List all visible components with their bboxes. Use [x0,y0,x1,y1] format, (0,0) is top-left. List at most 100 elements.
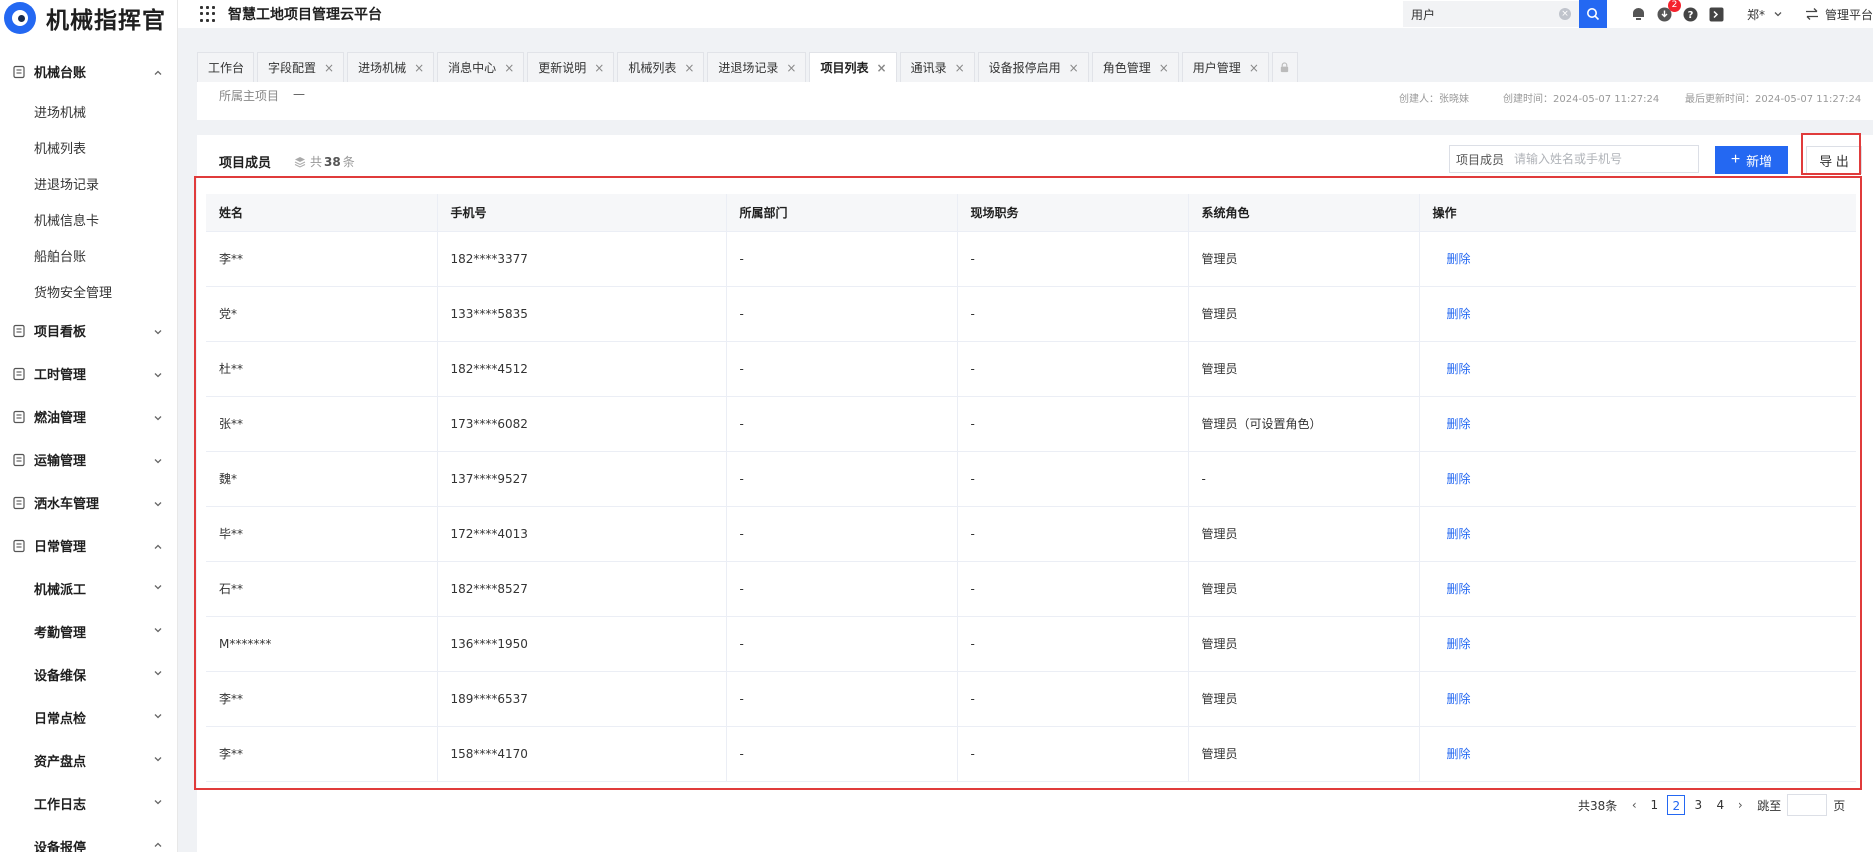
close-icon[interactable]: × [955,61,965,75]
count-suffix: 条 [342,155,355,169]
delete-link[interactable]: 删除 [1447,582,1471,596]
table-cell: - [957,726,1189,782]
jump-page-input[interactable] [1787,794,1828,816]
sidebar-item-0-3[interactable]: 机械信息卡 [0,201,177,237]
sidebar-subgroup-6[interactable]: 设备报停 [0,825,177,852]
table-cell: 张** [206,396,438,452]
chevron-down-icon [153,326,163,336]
table-row: 李** 189****6537- - 管理员 删除 [206,671,1856,727]
delete-link[interactable]: 删除 [1447,637,1471,651]
sidebar-group-0[interactable]: 机械台账 [0,50,177,93]
switch-platform-link[interactable]: 管理平台 [1825,6,1873,23]
page-2[interactable]: 2 [1667,795,1686,815]
close-icon[interactable]: × [1069,61,1079,75]
sidebar-item-0-4[interactable]: 船舶台账 [0,237,177,273]
close-icon[interactable]: × [324,61,334,75]
clock-icon [12,367,26,381]
sidebar-subgroup-0[interactable]: 机械派工 [0,567,177,610]
prev-page-icon[interactable]: ‹ [1625,798,1643,812]
sidebar-item-0-2[interactable]: 进退场记录 [0,165,177,201]
delete-link[interactable]: 删除 [1447,472,1471,486]
chevron-down-icon[interactable] [1773,9,1783,19]
message-icon[interactable] [1631,6,1647,22]
created-time: 创建时间：2024-05-07 11:27:24 [1503,94,1660,105]
tab-0[interactable]: 工作台 [197,52,255,82]
sidebar-group-5[interactable]: 洒水车管理 [0,481,177,524]
logo-icon [4,2,36,34]
global-search-input[interactable]: 用户 × [1402,1,1579,27]
sidebar-item-0-0[interactable]: 进场机械 [0,93,177,129]
table-cell: 182****4512 [437,341,727,397]
search-value[interactable]: 用户 [1411,6,1435,23]
sidebar-subgroup-2[interactable]: 设备维保 [0,653,177,696]
stack-icon [294,156,306,168]
brand-name: 机械指挥官 [46,8,166,34]
chevron-up-icon [153,67,163,77]
table-row: 石** 182****8527- - 管理员 删除 [206,561,1856,617]
chevron-down-icon [153,369,163,379]
close-icon[interactable]: × [504,61,514,75]
table-cell: - [957,561,1189,617]
close-icon[interactable]: × [414,61,424,75]
sidebar-group-1[interactable]: 项目看板 [0,309,177,352]
pagination: 共38条 ‹ 1234 › 跳至 页 [1578,794,1845,816]
table-cell: 管理员 [1188,231,1420,287]
delete-link[interactable]: 删除 [1447,252,1471,266]
tab-9[interactable]: 设备报停启用 × [977,52,1089,82]
sidebar-subgroup-3[interactable]: 日常点检 [0,696,177,739]
close-icon[interactable]: × [1159,61,1169,75]
sidebar-group-4[interactable]: 运输管理 [0,438,177,481]
close-icon[interactable]: × [594,61,604,75]
table-cell: 管理员 [1188,341,1420,397]
download-icon[interactable]: 2 [1657,0,1681,22]
sidebar: 机械指挥官 机械台账 进场机械 机械列表 进退场记录 机械信息卡 船舶台账 货物安全管理 项目… [0,0,178,852]
tab-4[interactable]: 更新说明 × [527,52,615,82]
member-search-input[interactable] [1514,152,1695,166]
search-button[interactable] [1578,0,1607,28]
sidebar-group-2[interactable]: 工时管理 [0,352,177,395]
help-icon[interactable]: ? [1683,6,1699,22]
action-cell: 删除 [1419,231,1856,287]
close-icon[interactable]: × [1249,61,1259,75]
table-header: 姓名 手机号 所属部门 现场职务 系统角色 操作 [206,194,1856,232]
tab-2[interactable]: 进场机械 × [347,52,435,82]
tab-5[interactable]: 机械列表 × [617,52,705,82]
delete-link[interactable]: 删除 [1447,362,1471,376]
page-3[interactable]: 3 [1689,795,1707,815]
tab-1[interactable]: 字段配置 × [257,52,345,82]
page-1[interactable]: 1 [1645,795,1663,815]
page-4[interactable]: 4 [1711,795,1729,815]
tab-6[interactable]: 进退场记录 × [707,52,807,82]
sidebar-group-6[interactable]: 日常管理 [0,524,177,567]
lock-icon[interactable] [1271,52,1298,82]
user-name[interactable]: 郑* [1747,6,1765,23]
export-button[interactable]: 导 出 [1806,146,1862,174]
tab-7[interactable]: 项目列表 × [809,52,897,82]
delete-link[interactable]: 删除 [1447,417,1471,431]
sidebar-subgroup-4[interactable]: 资产盘点 [0,739,177,782]
tab-10[interactable]: 角色管理 × [1091,52,1179,82]
sidebar-group-3[interactable]: 燃油管理 [0,395,177,438]
tab-3[interactable]: 消息中心 × [437,52,525,82]
clear-icon[interactable]: × [1558,8,1571,20]
close-icon[interactable]: × [786,61,796,75]
terminal-icon[interactable] [1709,6,1725,22]
add-member-button[interactable]: + 新增 [1715,146,1788,174]
sidebar-subgroup-5[interactable]: 工作日志 [0,782,177,825]
tab-11[interactable]: 用户管理 × [1181,52,1269,82]
tab-8[interactable]: 通讯录 × [899,52,975,82]
delete-link[interactable]: 删除 [1447,747,1471,761]
delete-link[interactable]: 删除 [1447,527,1471,541]
close-icon[interactable]: × [877,61,887,75]
close-icon[interactable]: × [684,61,694,75]
sidebar-item-0-5[interactable]: 货物安全管理 [0,273,177,309]
sidebar-subgroup-1[interactable]: 考勤管理 [0,610,177,653]
chevron-down-icon [153,624,163,639]
next-page-icon[interactable]: › [1731,798,1749,812]
sidebar-item-0-1[interactable]: 机械列表 [0,129,177,165]
swap-icon[interactable] [1805,7,1819,21]
delete-link[interactable]: 删除 [1447,692,1471,706]
delete-link[interactable]: 删除 [1447,307,1471,321]
column-header: 系统角色 [1188,194,1420,232]
grid-icon[interactable] [200,6,216,22]
